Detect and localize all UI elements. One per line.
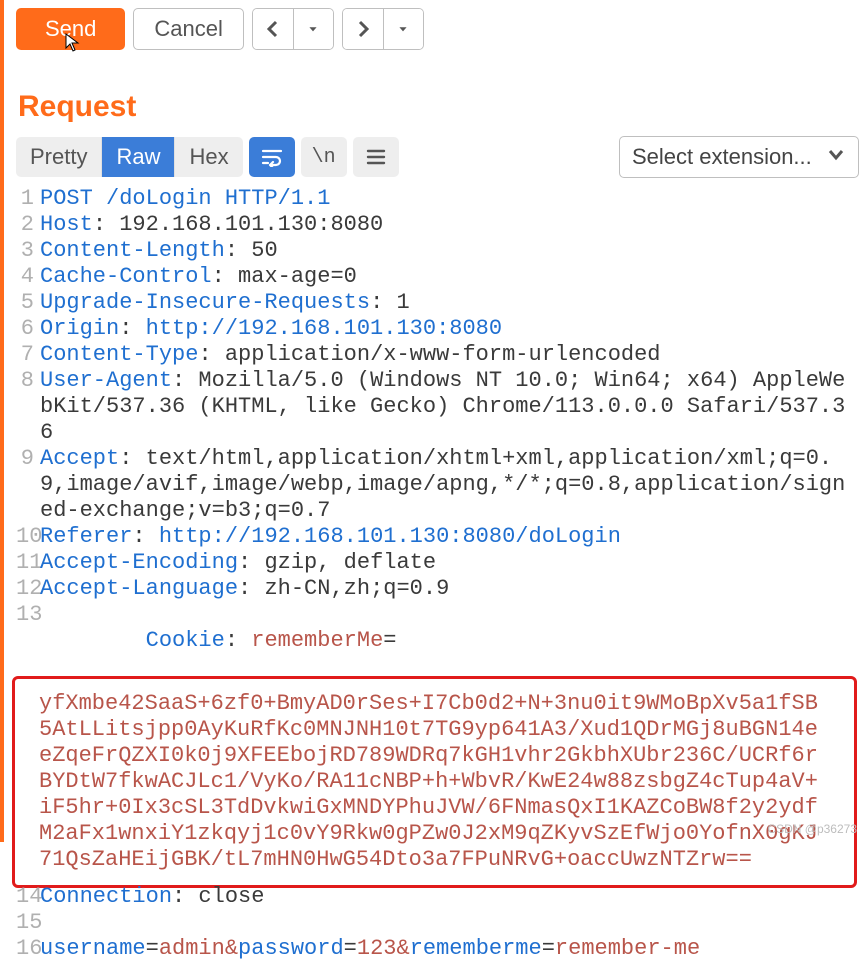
line-number: 12: [16, 576, 40, 602]
request-line: Referer: http://192.168.101.130:8080/doL…: [40, 524, 865, 550]
line-number: 15: [16, 910, 40, 936]
request-line: Accept: text/html,application/xhtml+xml,…: [40, 446, 865, 524]
cancel-button[interactable]: Cancel: [133, 8, 243, 50]
history-forward-split[interactable]: [342, 8, 424, 50]
request-line: Cache-Control: max-age=0: [40, 264, 865, 290]
forward-icon[interactable]: [343, 9, 383, 49]
request-line: Host: 192.168.101.130:8080: [40, 212, 865, 238]
highlight-box: yfXmbe42SaaS+6zf0+BmyAD0rSes+I7Cb0d2+N+3…: [12, 676, 857, 888]
header-connection: Connection: close: [40, 884, 865, 910]
line-number: 2: [16, 212, 40, 238]
line-number: 3: [16, 238, 40, 264]
line-number: 7: [16, 342, 40, 368]
line-number: 5: [16, 290, 40, 316]
line-number: 4: [16, 264, 40, 290]
tab-pretty[interactable]: Pretty: [16, 137, 102, 177]
line-number: 13: [16, 602, 40, 628]
line-number: 11: [16, 550, 40, 576]
tab-hex[interactable]: Hex: [175, 137, 242, 177]
line-number: 14: [16, 884, 40, 910]
request-line: Content-Type: application/x-www-form-url…: [40, 342, 865, 368]
request-body: username=admin&password=123&rememberme=r…: [40, 936, 865, 962]
line-number: 16: [16, 936, 40, 962]
header-cookie: Cookie: rememberMe=: [40, 602, 865, 680]
request-line: Origin: http://192.168.101.130:8080: [40, 316, 865, 342]
request-line: Accept-Language: zh-CN,zh;q=0.9: [40, 576, 865, 602]
back-dropdown-icon[interactable]: [293, 9, 333, 49]
chevron-down-icon: [826, 144, 846, 170]
request-line: User-Agent: Mozilla/5.0 (Windows NT 10.0…: [40, 368, 865, 446]
menu-icon[interactable]: [353, 137, 399, 177]
action-toolbar: Send Cancel: [16, 8, 865, 58]
line-number: 10: [16, 524, 40, 550]
request-line: Content-Length: 50: [40, 238, 865, 264]
view-mode-tabs: Pretty Raw Hex: [16, 137, 243, 177]
back-icon[interactable]: [253, 9, 293, 49]
send-button[interactable]: Send: [16, 8, 125, 50]
show-escapes-toggle[interactable]: \n: [301, 137, 347, 177]
request-line: Upgrade-Insecure-Requests: 1: [40, 290, 865, 316]
watermark: CSDN @p36273: [767, 822, 857, 836]
view-toolbar: Pretty Raw Hex \n: [16, 136, 865, 178]
line-number: 9: [16, 446, 40, 472]
history-back-split[interactable]: [252, 8, 334, 50]
line-number: 6: [16, 316, 40, 342]
send-label: Send: [45, 16, 96, 42]
extension-select-label: Select extension...: [632, 144, 812, 170]
line-number: 8: [16, 368, 40, 394]
wrap-toggle-icon[interactable]: [249, 137, 295, 177]
cancel-label: Cancel: [154, 16, 222, 42]
tab-raw[interactable]: Raw: [102, 137, 175, 177]
request-editor[interactable]: 1POST /doLogin HTTP/1.12Host: 192.168.10…: [16, 186, 865, 962]
request-line: Accept-Encoding: gzip, deflate: [40, 550, 865, 576]
cookie-cipher-value: yfXmbe42SaaS+6zf0+BmyAD0rSes+I7Cb0d2+N+3…: [39, 691, 830, 873]
escapes-label: \n: [312, 146, 336, 169]
forward-dropdown-icon[interactable]: [383, 9, 423, 49]
extension-select[interactable]: Select extension...: [619, 136, 859, 178]
request-line: POST /doLogin HTTP/1.1: [40, 186, 865, 212]
section-title: Request: [18, 90, 865, 124]
line-number: 1: [16, 186, 40, 212]
